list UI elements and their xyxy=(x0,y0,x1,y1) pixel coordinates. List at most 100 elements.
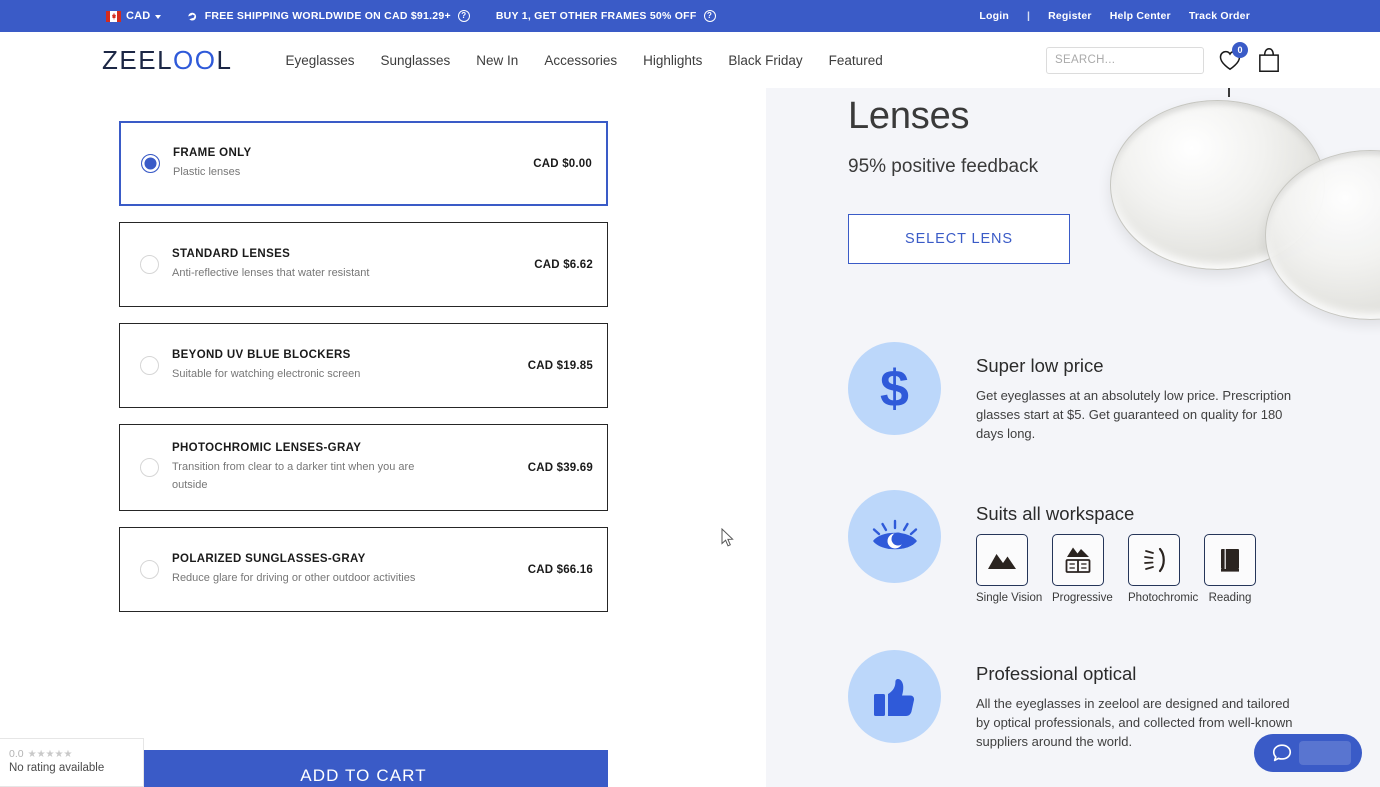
logo-part-2: OO xyxy=(173,44,217,75)
rating-stars: ★★★★★ xyxy=(27,748,73,760)
feature-text: Get eyeglasses at an absolutely low pric… xyxy=(976,388,1292,441)
chevron-down-icon xyxy=(155,14,162,19)
radio-polarized-sunglasses-gray[interactable] xyxy=(140,560,159,579)
mountains-book-icon[interactable] xyxy=(1052,534,1104,586)
lens-option-desc: Reduce glare for driving or other outdoo… xyxy=(172,571,416,584)
chat-bubble-icon xyxy=(1272,744,1292,762)
lens-option-frame-only[interactable]: FRAME ONLY Plastic lenses CAD $0.00 xyxy=(119,121,608,206)
lens-option-text: POLARIZED SUNGLASSES-GRAY Reduce glare f… xyxy=(172,553,528,587)
register-link[interactable]: Register xyxy=(1048,10,1092,22)
lens-option-title: BEYOND UV BLUE BLOCKERS xyxy=(172,348,351,361)
lens-option-price: CAD $6.62 xyxy=(534,258,593,271)
shopping-bag-icon[interactable] xyxy=(1256,46,1282,74)
thumbs-up-icon xyxy=(848,650,941,743)
lens-option-title: POLARIZED SUNGLASSES-GRAY xyxy=(172,552,366,565)
feature-heading: Professional optical xyxy=(976,663,1137,684)
mountains-icon[interactable] xyxy=(976,534,1028,586)
workspace-type-photochromic[interactable]: Photochromic xyxy=(1128,534,1198,604)
help-icon-buyone[interactable]: ? xyxy=(703,10,716,22)
feature-body: Super low price Get eyeglasses at an abs… xyxy=(976,342,1306,443)
book-icon-svg xyxy=(1221,549,1239,572)
lens-option-beyond-uv-blue-blockers[interactable]: BEYOND UV BLUE BLOCKERS Suitable for wat… xyxy=(119,323,608,408)
photo-tick-mark xyxy=(1228,88,1230,97)
help-center-link[interactable]: Help Center xyxy=(1110,10,1171,22)
lens-discs-photo xyxy=(1080,88,1380,340)
announcement-bar: CAD ➲ FREE SHIPPING WORLDWIDE ON CAD $91… xyxy=(0,0,1380,32)
feature-super-low-price: $ Super low price Get eyeglasses at an a… xyxy=(766,342,1380,443)
announcement-left-group: CAD ➲ FREE SHIPPING WORLDWIDE ON CAD $91… xyxy=(106,7,716,25)
nav-item-sunglasses[interactable]: Sunglasses xyxy=(381,53,451,68)
radio-standard-lenses[interactable] xyxy=(140,255,159,274)
lens-info-panel: Lenses 95% positive feedback SELECT LENS… xyxy=(766,88,1380,787)
track-order-link[interactable]: Track Order xyxy=(1189,10,1250,22)
promo-buy-one[interactable]: BUY 1, GET OTHER FRAMES 50% OFF ? xyxy=(496,10,716,22)
search-box[interactable] xyxy=(1046,46,1209,74)
radio-frame-only[interactable] xyxy=(141,154,160,173)
lens-option-price: CAD $19.85 xyxy=(527,359,593,372)
chat-widget-placeholder xyxy=(1299,741,1351,765)
rating-text: No rating available xyxy=(9,762,105,774)
sun-rays-icon[interactable] xyxy=(1128,534,1180,586)
lens-option-desc: Plastic lenses xyxy=(173,165,241,178)
nav-item-new-in[interactable]: New In xyxy=(476,53,518,68)
workspace-types-row: Single Vision Progressive Photochromic R… xyxy=(976,534,1256,604)
dollar-sign-icon: $ xyxy=(848,342,941,435)
radio-photochromic-lenses-gray[interactable] xyxy=(140,458,159,477)
link-separator: | xyxy=(1026,10,1031,22)
nav-item-black-friday[interactable]: Black Friday xyxy=(728,53,802,68)
nav-item-highlights[interactable]: Highlights xyxy=(643,53,702,68)
nav-item-eyeglasses[interactable]: Eyeglasses xyxy=(285,53,354,68)
airplane-icon: ➲ xyxy=(185,7,200,25)
feature-heading: Suits all workspace xyxy=(976,503,1135,524)
account-links: Login | Register Help Center Track Order xyxy=(979,10,1250,22)
site-logo[interactable]: ZEEL OO L xyxy=(102,45,232,76)
lens-option-desc: Suitable for watching electronic screen xyxy=(172,367,361,380)
lens-option-text: FRAME ONLY Plastic lenses xyxy=(173,147,533,181)
workspace-type-reading[interactable]: Reading xyxy=(1204,534,1256,604)
feature-body: Professional optical All the eyeglasses … xyxy=(976,650,1306,751)
feature-suits-all-workspace: Suits all workspace Single Vision Progre… xyxy=(766,490,1380,604)
nav-item-featured[interactable]: Featured xyxy=(829,53,883,68)
lens-option-price: CAD $66.16 xyxy=(527,563,593,576)
lens-option-photochromic-lenses-gray[interactable]: PHOTOCHROMIC LENSES-GRAY Transition from… xyxy=(119,424,608,511)
mouse-cursor xyxy=(721,528,734,547)
radio-beyond-uv-blue-blockers[interactable] xyxy=(140,356,159,375)
promo-free-shipping[interactable]: ➲ FREE SHIPPING WORLDWIDE ON CAD $91.29+… xyxy=(185,7,470,25)
eye-icon-svg xyxy=(872,519,917,549)
login-link[interactable]: Login xyxy=(979,10,1009,22)
book-icon[interactable] xyxy=(1204,534,1256,586)
feature-heading: Super low price xyxy=(976,355,1104,376)
lens-option-text: STANDARD LENSES Anti-reflective lenses t… xyxy=(172,248,534,282)
lens-option-desc: Anti-reflective lenses that water resist… xyxy=(172,266,370,279)
wishlist-button[interactable]: 0 xyxy=(1217,42,1248,73)
lens-options-list: FRAME ONLY Plastic lenses CAD $0.00 STAN… xyxy=(119,121,608,628)
currency-selector[interactable]: CAD xyxy=(106,10,162,22)
nav-item-accessories[interactable]: Accessories xyxy=(544,53,617,68)
feature-body: Suits all workspace Single Vision Progre… xyxy=(976,490,1256,604)
search-input[interactable] xyxy=(1055,54,1209,66)
logo-part-3: L xyxy=(216,44,233,75)
select-lens-button[interactable]: SELECT LENS xyxy=(848,214,1070,264)
workspace-type-label: Reading xyxy=(1208,592,1252,604)
lens-option-standard-lenses[interactable]: STANDARD LENSES Anti-reflective lenses t… xyxy=(119,222,608,307)
canada-flag-icon xyxy=(106,10,121,22)
sun-rays-icon-svg xyxy=(1144,547,1165,573)
workspace-type-single-vision[interactable]: Single Vision xyxy=(976,534,1043,604)
workspace-type-progressive[interactable]: Progressive xyxy=(1052,534,1113,604)
workspace-type-label: Single Vision xyxy=(976,592,1043,604)
help-icon-shipping[interactable]: ? xyxy=(457,10,470,22)
lens-option-text: BEYOND UV BLUE BLOCKERS Suitable for wat… xyxy=(172,349,528,383)
hero-subtitle: 95% positive feedback xyxy=(848,156,1039,177)
add-to-cart-button[interactable]: ADD TO CART xyxy=(119,750,608,787)
currency-label: CAD xyxy=(126,10,151,22)
promo-buy-one-label: BUY 1, GET OTHER FRAMES 50% OFF xyxy=(495,10,697,22)
thumbs-up-icon-svg xyxy=(873,678,914,716)
site-header: ZEEL OO L Eyeglasses Sunglasses New In Acc… xyxy=(0,32,1380,88)
lens-option-title: STANDARD LENSES xyxy=(172,247,291,260)
lens-option-price: CAD $0.00 xyxy=(533,157,592,170)
rating-score: 0.0 xyxy=(9,748,24,760)
rating-score-row: 0.0 ★★★★★ xyxy=(9,748,143,760)
lens-option-polarized-sunglasses-gray[interactable]: POLARIZED SUNGLASSES-GRAY Reduce glare f… xyxy=(119,527,608,612)
dollar-glyph: $ xyxy=(880,359,909,418)
chat-widget-button[interactable] xyxy=(1254,734,1362,772)
